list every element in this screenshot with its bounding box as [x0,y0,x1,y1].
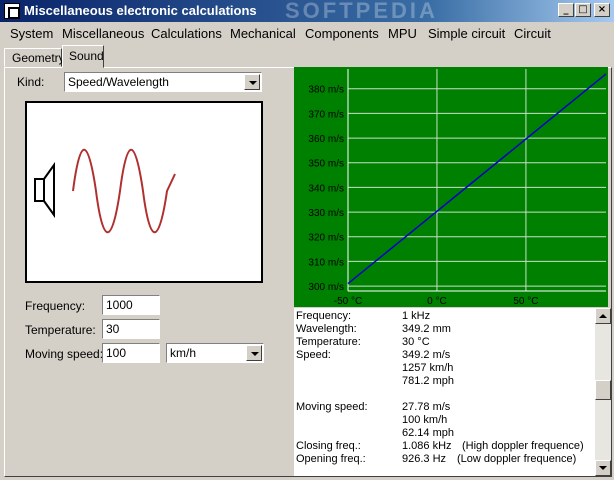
menu-system[interactable]: System [10,26,53,41]
moving-speed-input[interactable]: 100 [102,343,160,363]
menu-calculations[interactable]: Calculations [151,26,222,41]
moving-speed-label: Moving speed: [25,347,104,361]
title-bar: Miscellaneous electronic calculations SO… [0,0,614,23]
speaker-wave-graphic [34,149,176,233]
result-temperature-label: Temperature: [296,336,361,348]
maximize-button[interactable]: □ [575,3,591,17]
window-title: Miscellaneous electronic calculations [24,3,257,18]
menu-bar: System Miscellaneous Calculations Mechan… [0,22,614,44]
y-tick-label: 370 m/s [308,109,344,120]
scroll-up-button[interactable] [595,308,611,324]
temperature-input[interactable]: 30 [102,319,160,339]
result-closing-note: (High doppler frequence) [462,440,584,452]
x-tick-label: -50 °C [334,296,362,307]
result-moving-speed-label: Moving speed: [296,401,368,413]
y-tick-label: 310 m/s [308,257,344,268]
frequency-label: Frequency: [25,299,86,313]
menu-miscellaneous[interactable]: Miscellaneous [62,26,144,41]
result-moving-mph: 62.14 mph [402,427,454,439]
y-tick-label: 340 m/s [308,183,344,194]
speaker-icon [34,161,55,219]
kind-label: Kind: [17,75,45,89]
y-tick-label: 360 m/s [308,134,344,145]
scroll-thumb[interactable] [595,380,611,400]
scroll-down-button[interactable] [595,460,611,476]
chevron-down-icon[interactable] [244,74,260,90]
result-frequency-value: 1 kHz [402,310,431,322]
sound-wave [72,149,176,233]
y-tick-label: 350 m/s [308,159,344,170]
result-speed-mph: 781.2 mph [402,375,454,387]
menu-components[interactable]: Components [305,26,379,41]
chevron-down-icon[interactable] [246,345,262,361]
temperature-label: Temperature: [25,323,96,337]
speed-temperature-chart: 300 m/s 310 m/s 320 m/s 330 m/s 340 m/s 350 m… [294,67,608,307]
result-opening-note: (Low doppler frequence) [457,453,577,465]
result-opening-label: Opening freq.: [296,453,366,465]
result-closing-value: 1.086 kHz [402,440,452,452]
menu-mechanical[interactable]: Mechanical [230,26,296,41]
tab-sound[interactable]: Sound [62,45,104,68]
result-opening-value: 926.3 Hz [402,453,447,465]
menu-simple-circuit[interactable]: Simple circuit [428,26,505,41]
tab-geometry[interactable]: Geometry [4,48,65,67]
kind-select-value: Speed/Wavelength [68,75,169,89]
result-wavelength-label: Wavelength: [296,323,357,335]
x-tick-label: 50 °C [513,296,538,307]
minimize-button[interactable]: _ [558,3,574,17]
result-speed-kmh: 1257 km/h [402,362,454,374]
result-closing-label: Closing freq.: [296,440,361,452]
result-wavelength-value: 349.2 mm [402,323,451,335]
frequency-input[interactable]: 1000 [102,295,160,315]
result-frequency-label: Frequency: [296,310,352,322]
menu-circuit[interactable]: Circuit [514,26,551,41]
kind-select[interactable]: Speed/Wavelength [64,72,262,92]
y-tick-label: 380 m/s [308,85,344,96]
result-moving-kmh: 100 km/h [402,414,448,426]
softpedia-watermark: SOFTPEDIA [285,0,438,23]
result-speed-label: Speed: [296,349,331,361]
speed-unit-value: km/h [170,346,197,360]
y-tick-label: 300 m/s [308,282,344,293]
app-icon[interactable] [4,3,20,19]
sound-animation-box [25,101,263,283]
y-tick-label: 320 m/s [308,233,344,244]
chart-svg: 300 m/s 310 m/s 320 m/s 330 m/s 340 m/s 350 m… [294,67,608,307]
results-scrollbar[interactable] [595,308,611,476]
speed-unit-select[interactable]: km/h [166,343,264,363]
y-tick-label: 330 m/s [308,208,344,219]
result-temperature-value: 30 °C [402,336,430,348]
x-tick-label: 0 °C [427,296,447,307]
results-panel: Frequency: 1 kHz Wavelength: 349.2 mm Te… [294,308,595,476]
result-moving-ms: 27.78 m/s [402,401,451,413]
result-speed-ms: 349.2 m/s [402,349,451,361]
close-button[interactable]: × [594,3,610,17]
menu-mpu[interactable]: MPU [388,26,417,41]
